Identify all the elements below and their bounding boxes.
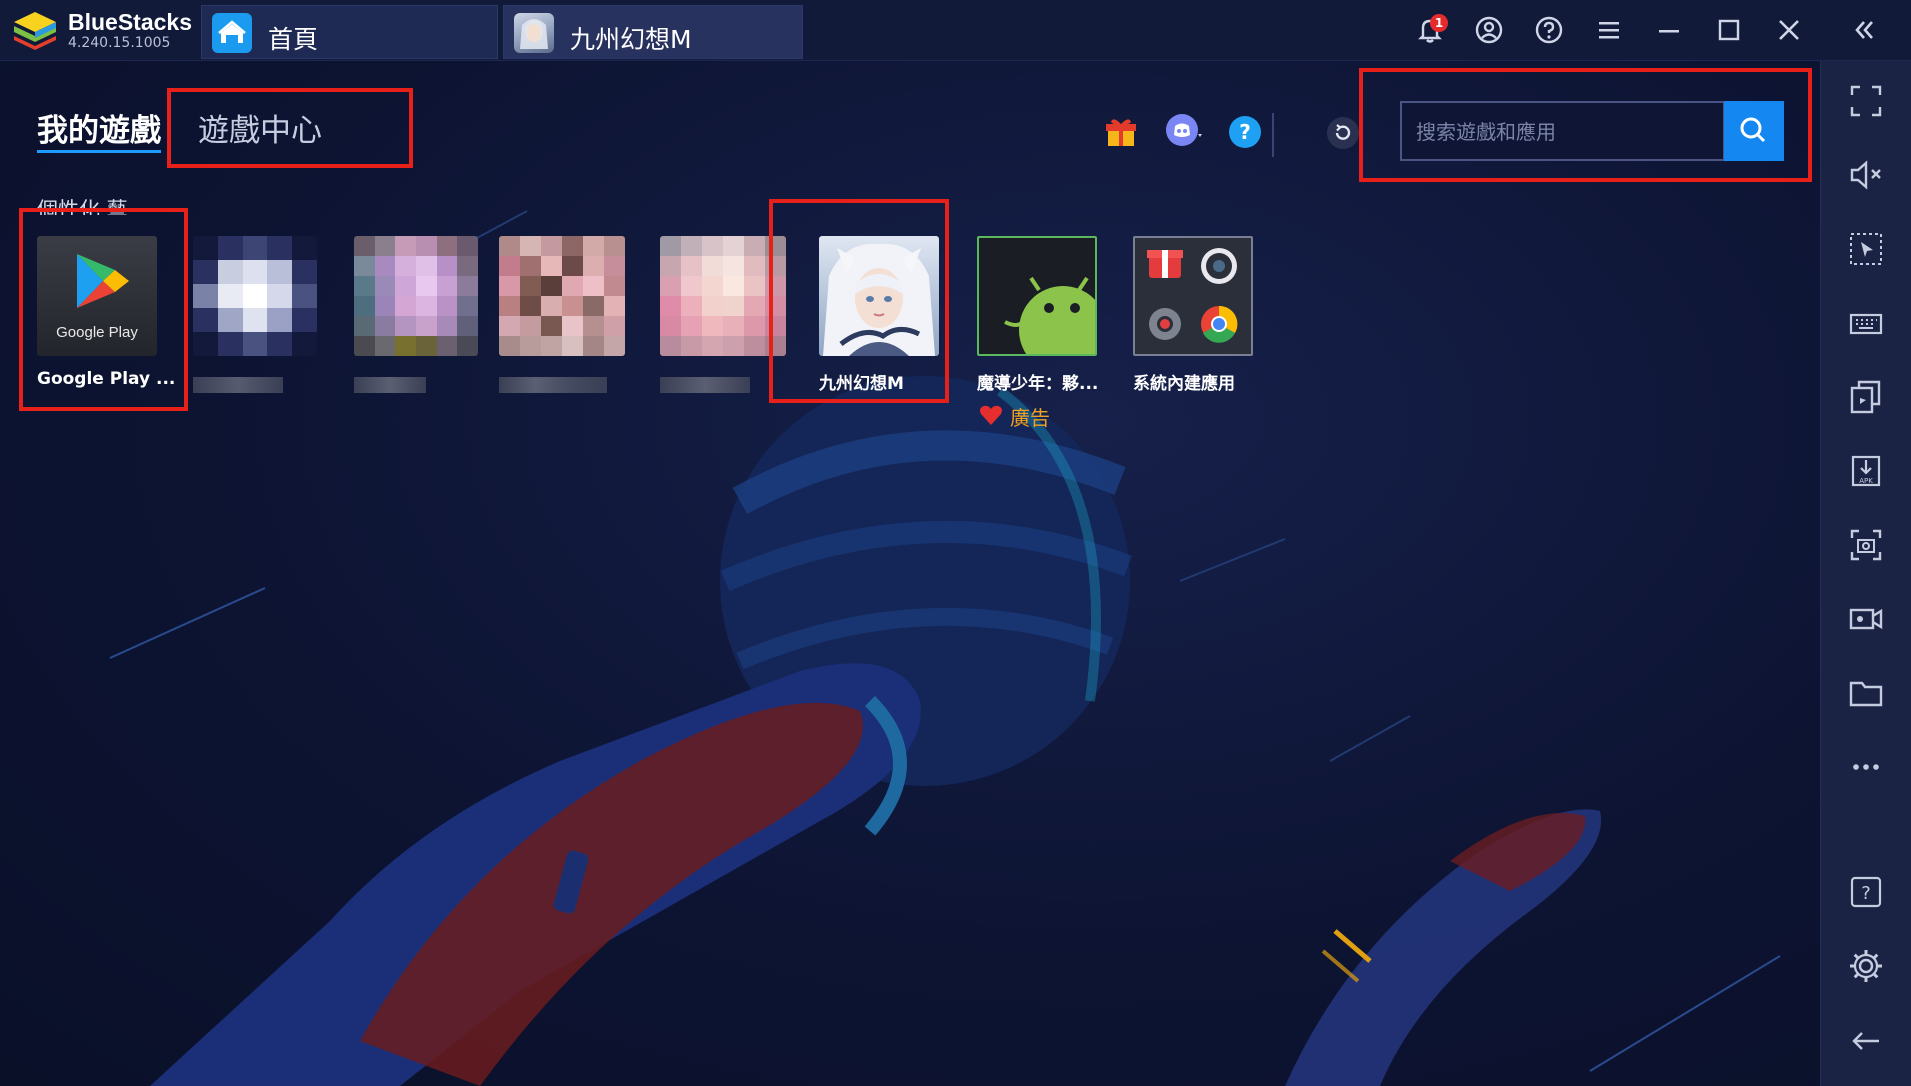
mute-icon[interactable] <box>1847 156 1885 194</box>
app-name: 系統內建應用 <box>1133 374 1235 394</box>
discord-icon[interactable] <box>1166 112 1202 148</box>
blurred-app-name <box>499 377 607 393</box>
pointer-icon[interactable] <box>1847 230 1885 268</box>
blurred-app-1-icon <box>193 236 317 356</box>
screenshot-icon[interactable] <box>1847 526 1885 564</box>
highlight-google-play <box>19 208 188 411</box>
svg-text:?: ? <box>1239 120 1251 144</box>
settings-icon[interactable] <box>1847 947 1885 985</box>
tab-my-games[interactable]: 我的遊戲 <box>37 105 161 150</box>
app-blurred-1[interactable] <box>193 236 317 356</box>
minimize-icon[interactable] <box>1653 14 1685 46</box>
header-divider <box>1272 113 1274 157</box>
game-avatar-icon <box>514 13 554 53</box>
home-icon <box>212 13 252 53</box>
app-blurred-2[interactable] <box>354 236 478 356</box>
tab-home-label: 首頁 <box>268 25 319 54</box>
app-ad-game[interactable] <box>977 236 1097 356</box>
heart-icon <box>980 405 1002 425</box>
android-icon <box>1004 276 1095 354</box>
keyboard-icon[interactable] <box>1847 304 1885 342</box>
highlight-search <box>1359 68 1812 182</box>
multi-instance-icon[interactable] <box>1847 378 1885 416</box>
help-circle-icon[interactable]: ? <box>1227 114 1263 150</box>
bluestacks-logo-icon <box>14 12 56 50</box>
svg-text:APK: APK <box>1859 477 1873 485</box>
blurred-app-2-icon <box>354 236 478 356</box>
blurred-app-name <box>660 377 750 393</box>
main-area: 我的遊戲 遊戲中心 ? 個性化 藝 Google Play Google Pla… <box>0 61 1820 1086</box>
active-tab-underline <box>37 150 161 153</box>
app-blurred-4[interactable] <box>660 236 786 356</box>
back-icon[interactable] <box>1847 1022 1885 1060</box>
blurred-app-name <box>354 377 426 393</box>
gift-icon[interactable] <box>1103 114 1139 150</box>
collapse-sidebar-icon[interactable] <box>1848 14 1880 46</box>
highlight-game-center <box>167 88 413 168</box>
blurred-app-4-icon <box>660 236 786 356</box>
system-apps-icon <box>1147 248 1238 343</box>
menu-icon[interactable] <box>1593 14 1625 46</box>
title-bar: BlueStacks 4.240.15.1005 首頁 九州幻想M 1 <box>0 0 1911 61</box>
ad-label: 廣告 <box>1010 406 1050 430</box>
blurred-app-3-icon <box>499 236 625 356</box>
right-toolbar: APK ? <box>1820 61 1911 1086</box>
tab-game[interactable]: 九州幻想M <box>503 5 803 59</box>
highlight-jiuzhou <box>769 199 949 403</box>
app-version: 4.240.15.1005 <box>68 35 171 51</box>
account-icon[interactable] <box>1473 14 1505 46</box>
record-icon[interactable] <box>1847 600 1885 638</box>
fullscreen-icon[interactable] <box>1847 82 1885 120</box>
svg-text:?: ? <box>1861 883 1871 904</box>
tab-game-label: 九州幻想M <box>570 25 692 54</box>
app-name: 魔導少年：夥... <box>977 374 1099 394</box>
tab-home[interactable]: 首頁 <box>201 5 498 59</box>
blurred-app-name <box>193 377 283 393</box>
app-system-apps[interactable] <box>1133 236 1253 356</box>
refresh-icon[interactable] <box>1326 116 1360 150</box>
notification-badge: 1 <box>1430 14 1448 32</box>
apk-install-icon[interactable]: APK <box>1847 452 1885 490</box>
help-box-icon[interactable]: ? <box>1847 873 1885 911</box>
close-icon[interactable] <box>1773 14 1805 46</box>
help-icon[interactable] <box>1533 14 1565 46</box>
more-icon[interactable] <box>1847 748 1885 786</box>
brand-name: BlueStacks <box>68 9 193 35</box>
folder-icon[interactable] <box>1847 674 1885 712</box>
app-blurred-3[interactable] <box>499 236 625 356</box>
maximize-icon[interactable] <box>1713 14 1745 46</box>
